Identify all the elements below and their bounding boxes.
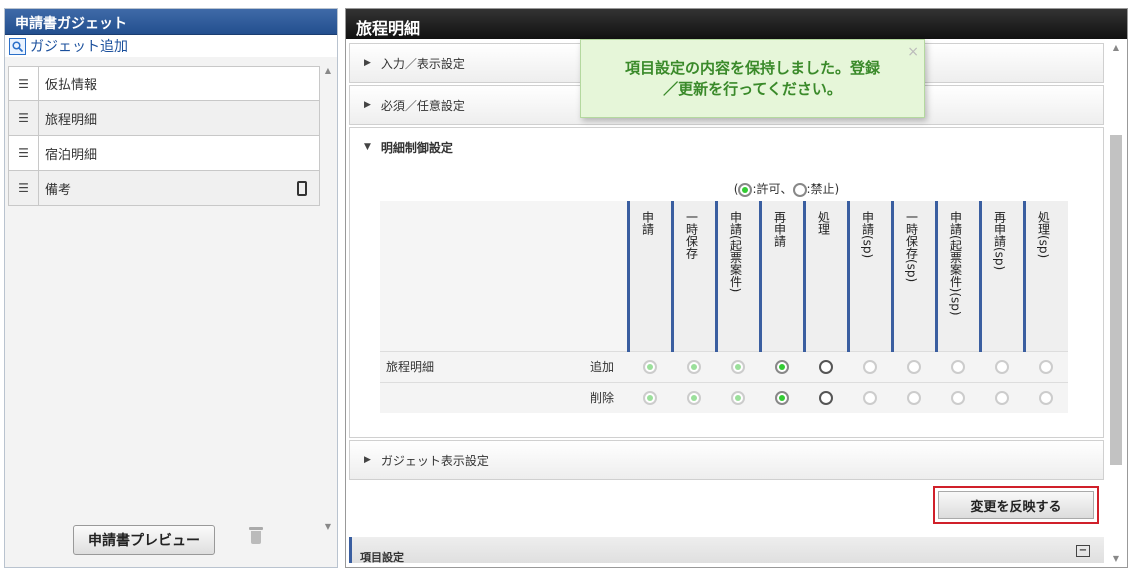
radio-toggle[interactable] — [687, 391, 701, 405]
column-header: 処理 — [802, 201, 848, 351]
scroll-up-icon[interactable]: ▲ — [1109, 43, 1123, 52]
settings-panel-title: 旅程明細 — [346, 9, 1127, 39]
section-gadget-display[interactable]: ▶ ガジェット表示設定 — [349, 440, 1104, 480]
column-header: 一時保存 — [670, 201, 716, 351]
detail-control-table: 申請 一時保存 申請(起票案件) 再申請 処理 申請(sp) 一時保存(sp) … — [380, 201, 1068, 413]
expand-icon: ▶ — [364, 58, 371, 68]
radio-toggle[interactable] — [951, 391, 965, 405]
column-header: 処理(sp) — [1022, 201, 1068, 351]
gadget-panel-title: 申請書ガジェット — [5, 9, 337, 35]
radio-toggle[interactable] — [731, 391, 745, 405]
add-gadget-label: ガジェット追加 — [30, 39, 128, 55]
gadget-item-itinerary[interactable]: ☰ 旅程明細 — [8, 101, 320, 136]
row-action: 削除 — [586, 381, 628, 413]
success-toast: × 項目設定の内容を保持しました。登録 ／更新を行ってください。 — [580, 39, 925, 118]
radio-toggle[interactable] — [775, 391, 789, 405]
settings-content: ▶ 入力／表示設定 ▶ 必須／任意設定 ▼ 明細制御設定 (:許可、:禁止) 申… — [349, 43, 1104, 563]
section-detail-control-header[interactable]: ▼ 明細制御設定 — [350, 128, 1103, 166]
table-row: 削除 — [380, 381, 1068, 413]
item-settings-section[interactable]: 項目設定 − — [349, 537, 1104, 563]
gadget-item-label: 旅程明細 — [45, 112, 98, 128]
radio-toggle[interactable] — [819, 391, 833, 405]
gadget-item-remarks[interactable]: ☰ 備考 — [8, 171, 320, 206]
drag-handle-icon[interactable]: ☰ — [9, 171, 39, 205]
radio-legend: (:許可、:禁止) — [733, 182, 840, 197]
collapse-icon: ▼ — [364, 142, 371, 152]
radio-toggle[interactable] — [863, 391, 877, 405]
toast-line-2: ／更新を行ってください。 — [663, 80, 842, 98]
column-header: 申請(起票案件)(sp) — [934, 201, 980, 351]
row-label — [380, 381, 586, 413]
column-header: 再申請(sp) — [978, 201, 1024, 351]
trash-icon[interactable] — [249, 527, 263, 545]
section-detail-control: ▼ 明細制御設定 (:許可、:禁止) 申請 一時保存 申請(起票案件) 再申請 … — [349, 127, 1104, 438]
toast-line-1: 項目設定の内容を保持しました。登録 — [624, 59, 880, 77]
radio-toggle[interactable] — [643, 359, 657, 374]
section-label: 入力／表示設定 — [380, 56, 465, 71]
expand-icon: ▶ — [364, 455, 371, 465]
radio-toggle[interactable] — [643, 391, 657, 405]
table-corner — [380, 201, 628, 351]
radio-deny-icon — [792, 182, 807, 197]
column-header: 一時保存(sp) — [890, 201, 936, 351]
add-gadget-link[interactable]: ガジェット追加 — [5, 35, 337, 57]
scroll-down-icon[interactable]: ▼ — [1109, 554, 1123, 563]
close-icon[interactable]: × — [907, 42, 919, 63]
smartphone-icon — [297, 180, 307, 196]
column-header: 申請(sp) — [846, 201, 892, 351]
scrollbar-thumb[interactable] — [1110, 135, 1122, 465]
radio-toggle[interactable] — [907, 391, 921, 405]
radio-allow-icon — [738, 182, 753, 197]
search-icon — [9, 37, 26, 55]
radio-toggle[interactable] — [995, 391, 1009, 405]
drag-handle-icon[interactable]: ☰ — [9, 67, 39, 100]
gadget-list-scrollbar[interactable]: ▲ ▼ — [321, 66, 335, 531]
preview-button[interactable]: 申請書プレビュー — [73, 525, 215, 555]
drag-handle-icon[interactable]: ☰ — [9, 101, 39, 135]
row-label: 旅程明細 — [380, 350, 586, 382]
section-label: 明細制御設定 — [380, 140, 453, 155]
apply-area: 変更を反映する — [349, 482, 1104, 532]
scroll-up-icon[interactable]: ▲ — [321, 66, 335, 75]
column-header: 申請 — [626, 201, 672, 351]
column-header: 申請(起票案件) — [714, 201, 760, 351]
gadget-item-lodging[interactable]: ☰ 宿泊明細 — [8, 136, 320, 171]
radio-toggle[interactable] — [819, 359, 833, 374]
gadget-item-label: 備考 — [45, 182, 72, 198]
radio-toggle[interactable] — [863, 359, 877, 374]
radio-toggle[interactable] — [687, 359, 701, 374]
section-label: 必須／任意設定 — [380, 98, 465, 113]
apply-button[interactable]: 変更を反映する — [938, 491, 1094, 519]
drag-handle-icon[interactable]: ☰ — [9, 136, 39, 170]
gadget-item-label: 仮払情報 — [45, 78, 98, 93]
item-settings-label: 項目設定 — [360, 551, 404, 563]
radio-toggle[interactable] — [1039, 391, 1053, 405]
collapse-minus-icon[interactable]: − — [1076, 545, 1090, 557]
expand-icon: ▶ — [364, 100, 371, 110]
row-action: 追加 — [586, 350, 628, 382]
gadget-panel: 申請書ガジェット ガジェット追加 ☰ 仮払情報 ☰ 旅程明細 ☰ 宿泊明細 ☰ … — [4, 8, 338, 568]
section-label: ガジェット表示設定 — [380, 453, 489, 468]
apply-button-highlight: 変更を反映する — [933, 486, 1099, 524]
radio-toggle[interactable] — [995, 359, 1009, 374]
radio-toggle[interactable] — [731, 359, 745, 374]
gadget-item-label: 宿泊明細 — [45, 147, 98, 163]
radio-toggle[interactable] — [775, 359, 789, 374]
settings-scrollbar[interactable]: ▲ ▼ — [1109, 43, 1123, 563]
gadget-item-advance-payment[interactable]: ☰ 仮払情報 — [8, 66, 320, 101]
gadget-list: ☰ 仮払情報 ☰ 旅程明細 ☰ 宿泊明細 ☰ 備考 — [8, 66, 320, 206]
gadget-panel-footer: 申請書プレビュー — [5, 525, 337, 559]
radio-toggle[interactable] — [951, 359, 965, 374]
column-header: 再申請 — [758, 201, 804, 351]
table-row: 旅程明細 追加 — [380, 350, 1068, 382]
radio-toggle[interactable] — [907, 359, 921, 374]
radio-toggle[interactable] — [1039, 359, 1053, 374]
